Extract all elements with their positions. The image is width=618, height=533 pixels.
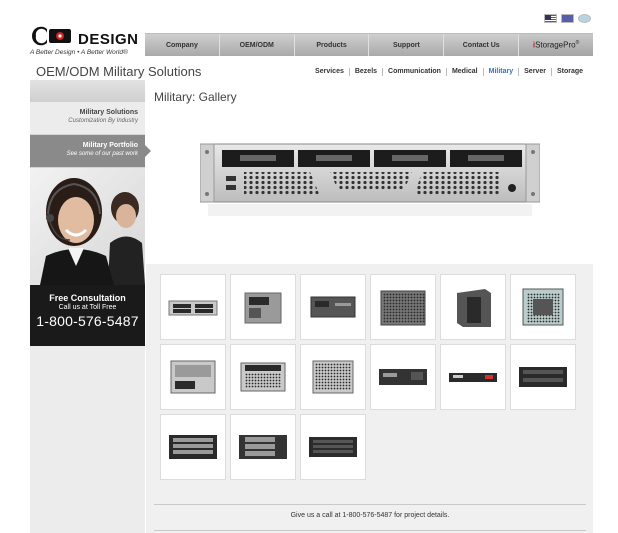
consultation-phone[interactable]: 1-800-576-5487 bbox=[30, 313, 145, 329]
chassis-thumbnail-image bbox=[169, 435, 217, 459]
subnav-bezels[interactable]: Bezels bbox=[350, 68, 384, 76]
istoragepro-logo: iStoragePro® bbox=[532, 40, 580, 50]
free-consultation-banner[interactable]: Free Consultation Call us at Toll Free 1… bbox=[30, 285, 145, 346]
page-title: OEM/ODM Military Solutions bbox=[36, 64, 202, 79]
gallery-thumbnail[interactable] bbox=[160, 274, 226, 340]
gallery-thumbnail[interactable] bbox=[370, 274, 436, 340]
subnav-medical[interactable]: Medical bbox=[447, 68, 484, 76]
sub-navigation: Services Bezels Communication Medical Mi… bbox=[300, 68, 583, 76]
logo-mark-icon bbox=[31, 26, 71, 46]
subnav-services[interactable]: Services bbox=[310, 68, 350, 76]
gallery-thumbnail[interactable] bbox=[300, 274, 366, 340]
gallery-thumbnail[interactable] bbox=[300, 344, 366, 410]
sidebar-item-military-portfolio[interactable]: Military Portfolio See some of our past … bbox=[30, 135, 151, 168]
us-flag-icon[interactable] bbox=[544, 14, 557, 23]
language-flags bbox=[544, 14, 591, 23]
chassis-thumbnail-image bbox=[239, 435, 287, 459]
nav-contact-us[interactable]: Contact Us bbox=[444, 34, 520, 56]
gallery-thumbnail[interactable] bbox=[300, 414, 366, 480]
subnav-communication[interactable]: Communication bbox=[383, 68, 447, 76]
sidebar-item-subtitle: Customization By Industry bbox=[68, 118, 138, 124]
chassis-thumbnail-image bbox=[168, 300, 218, 316]
subnav-military[interactable]: Military bbox=[484, 68, 520, 76]
footer-call-text: Give us a call at 1-800-576-5487 for pro… bbox=[290, 512, 450, 519]
featured-rack-server-image bbox=[200, 143, 540, 216]
gallery-thumbnail[interactable] bbox=[230, 344, 296, 410]
chassis-thumbnail-image bbox=[240, 362, 286, 392]
nav-support[interactable]: Support bbox=[369, 34, 445, 56]
chassis-thumbnail-image bbox=[309, 437, 357, 457]
chassis-thumbnail-image bbox=[457, 289, 491, 327]
consultation-title: Free Consultation bbox=[49, 293, 126, 303]
sidebar-item-title: Military Solutions bbox=[79, 109, 138, 116]
chassis-thumbnail-image bbox=[379, 369, 427, 385]
gallery-thumbnail[interactable] bbox=[160, 344, 226, 410]
nav-oem-odm[interactable]: OEM/ODM bbox=[220, 34, 295, 56]
left-sidebar: Military Solutions Customization By Indu… bbox=[30, 80, 151, 533]
gallery-thumbnail[interactable] bbox=[510, 274, 576, 340]
gallery-thumbnail[interactable] bbox=[440, 344, 506, 410]
consultation-subtitle: Call us at Toll Free bbox=[58, 304, 117, 311]
gallery-thumbnail[interactable] bbox=[230, 274, 296, 340]
thumbnail-grid bbox=[160, 274, 576, 480]
subnav-server[interactable]: Server bbox=[519, 68, 552, 76]
language-flag-icon[interactable] bbox=[578, 14, 591, 23]
logo-wordmark: DESIGN bbox=[78, 31, 139, 48]
chassis-thumbnail-image bbox=[310, 296, 356, 318]
support-agent-photo bbox=[30, 168, 145, 285]
gallery-panel bbox=[146, 264, 593, 533]
sidebar-item-subtitle: See some of our past work bbox=[66, 151, 138, 157]
nav-products[interactable]: Products bbox=[295, 34, 370, 56]
top-navigation: Company OEM/ODM Products Support Contact… bbox=[145, 33, 593, 56]
chassis-thumbnail-image bbox=[449, 373, 497, 382]
chassis-thumbnail-image bbox=[312, 360, 354, 394]
sidebar-item-military-solutions[interactable]: Military Solutions Customization By Indu… bbox=[30, 102, 145, 135]
nav-istoragepro[interactable]: iStoragePro® bbox=[519, 34, 593, 56]
eu-flag-icon[interactable] bbox=[561, 14, 574, 23]
chassis-thumbnail-image bbox=[380, 290, 426, 326]
chassis-thumbnail-image bbox=[170, 360, 216, 394]
nav-company[interactable]: Company bbox=[145, 34, 220, 56]
support-agent-illustration bbox=[40, 178, 145, 285]
gallery-thumbnail[interactable] bbox=[510, 344, 576, 410]
footer-divider bbox=[154, 530, 586, 531]
footer-divider bbox=[154, 504, 586, 505]
subnav-storage[interactable]: Storage bbox=[552, 68, 583, 76]
logo-tagline: A Better Design • A Better World® bbox=[30, 49, 128, 56]
sidebar-item-title: Military Portfolio bbox=[82, 142, 138, 149]
chassis-thumbnail-image bbox=[519, 367, 567, 387]
gallery-title: Military: Gallery bbox=[154, 90, 237, 104]
gallery-thumbnail[interactable] bbox=[160, 414, 226, 480]
site-logo[interactable]: DESIGN A Better Design • A Better World® bbox=[30, 25, 144, 57]
chassis-thumbnail-image bbox=[244, 292, 282, 324]
gallery-thumbnail[interactable] bbox=[440, 274, 506, 340]
gallery-thumbnail[interactable] bbox=[230, 414, 296, 480]
gallery-thumbnail[interactable] bbox=[370, 344, 436, 410]
sidebar-header bbox=[30, 80, 145, 102]
chassis-thumbnail-image bbox=[522, 288, 564, 326]
